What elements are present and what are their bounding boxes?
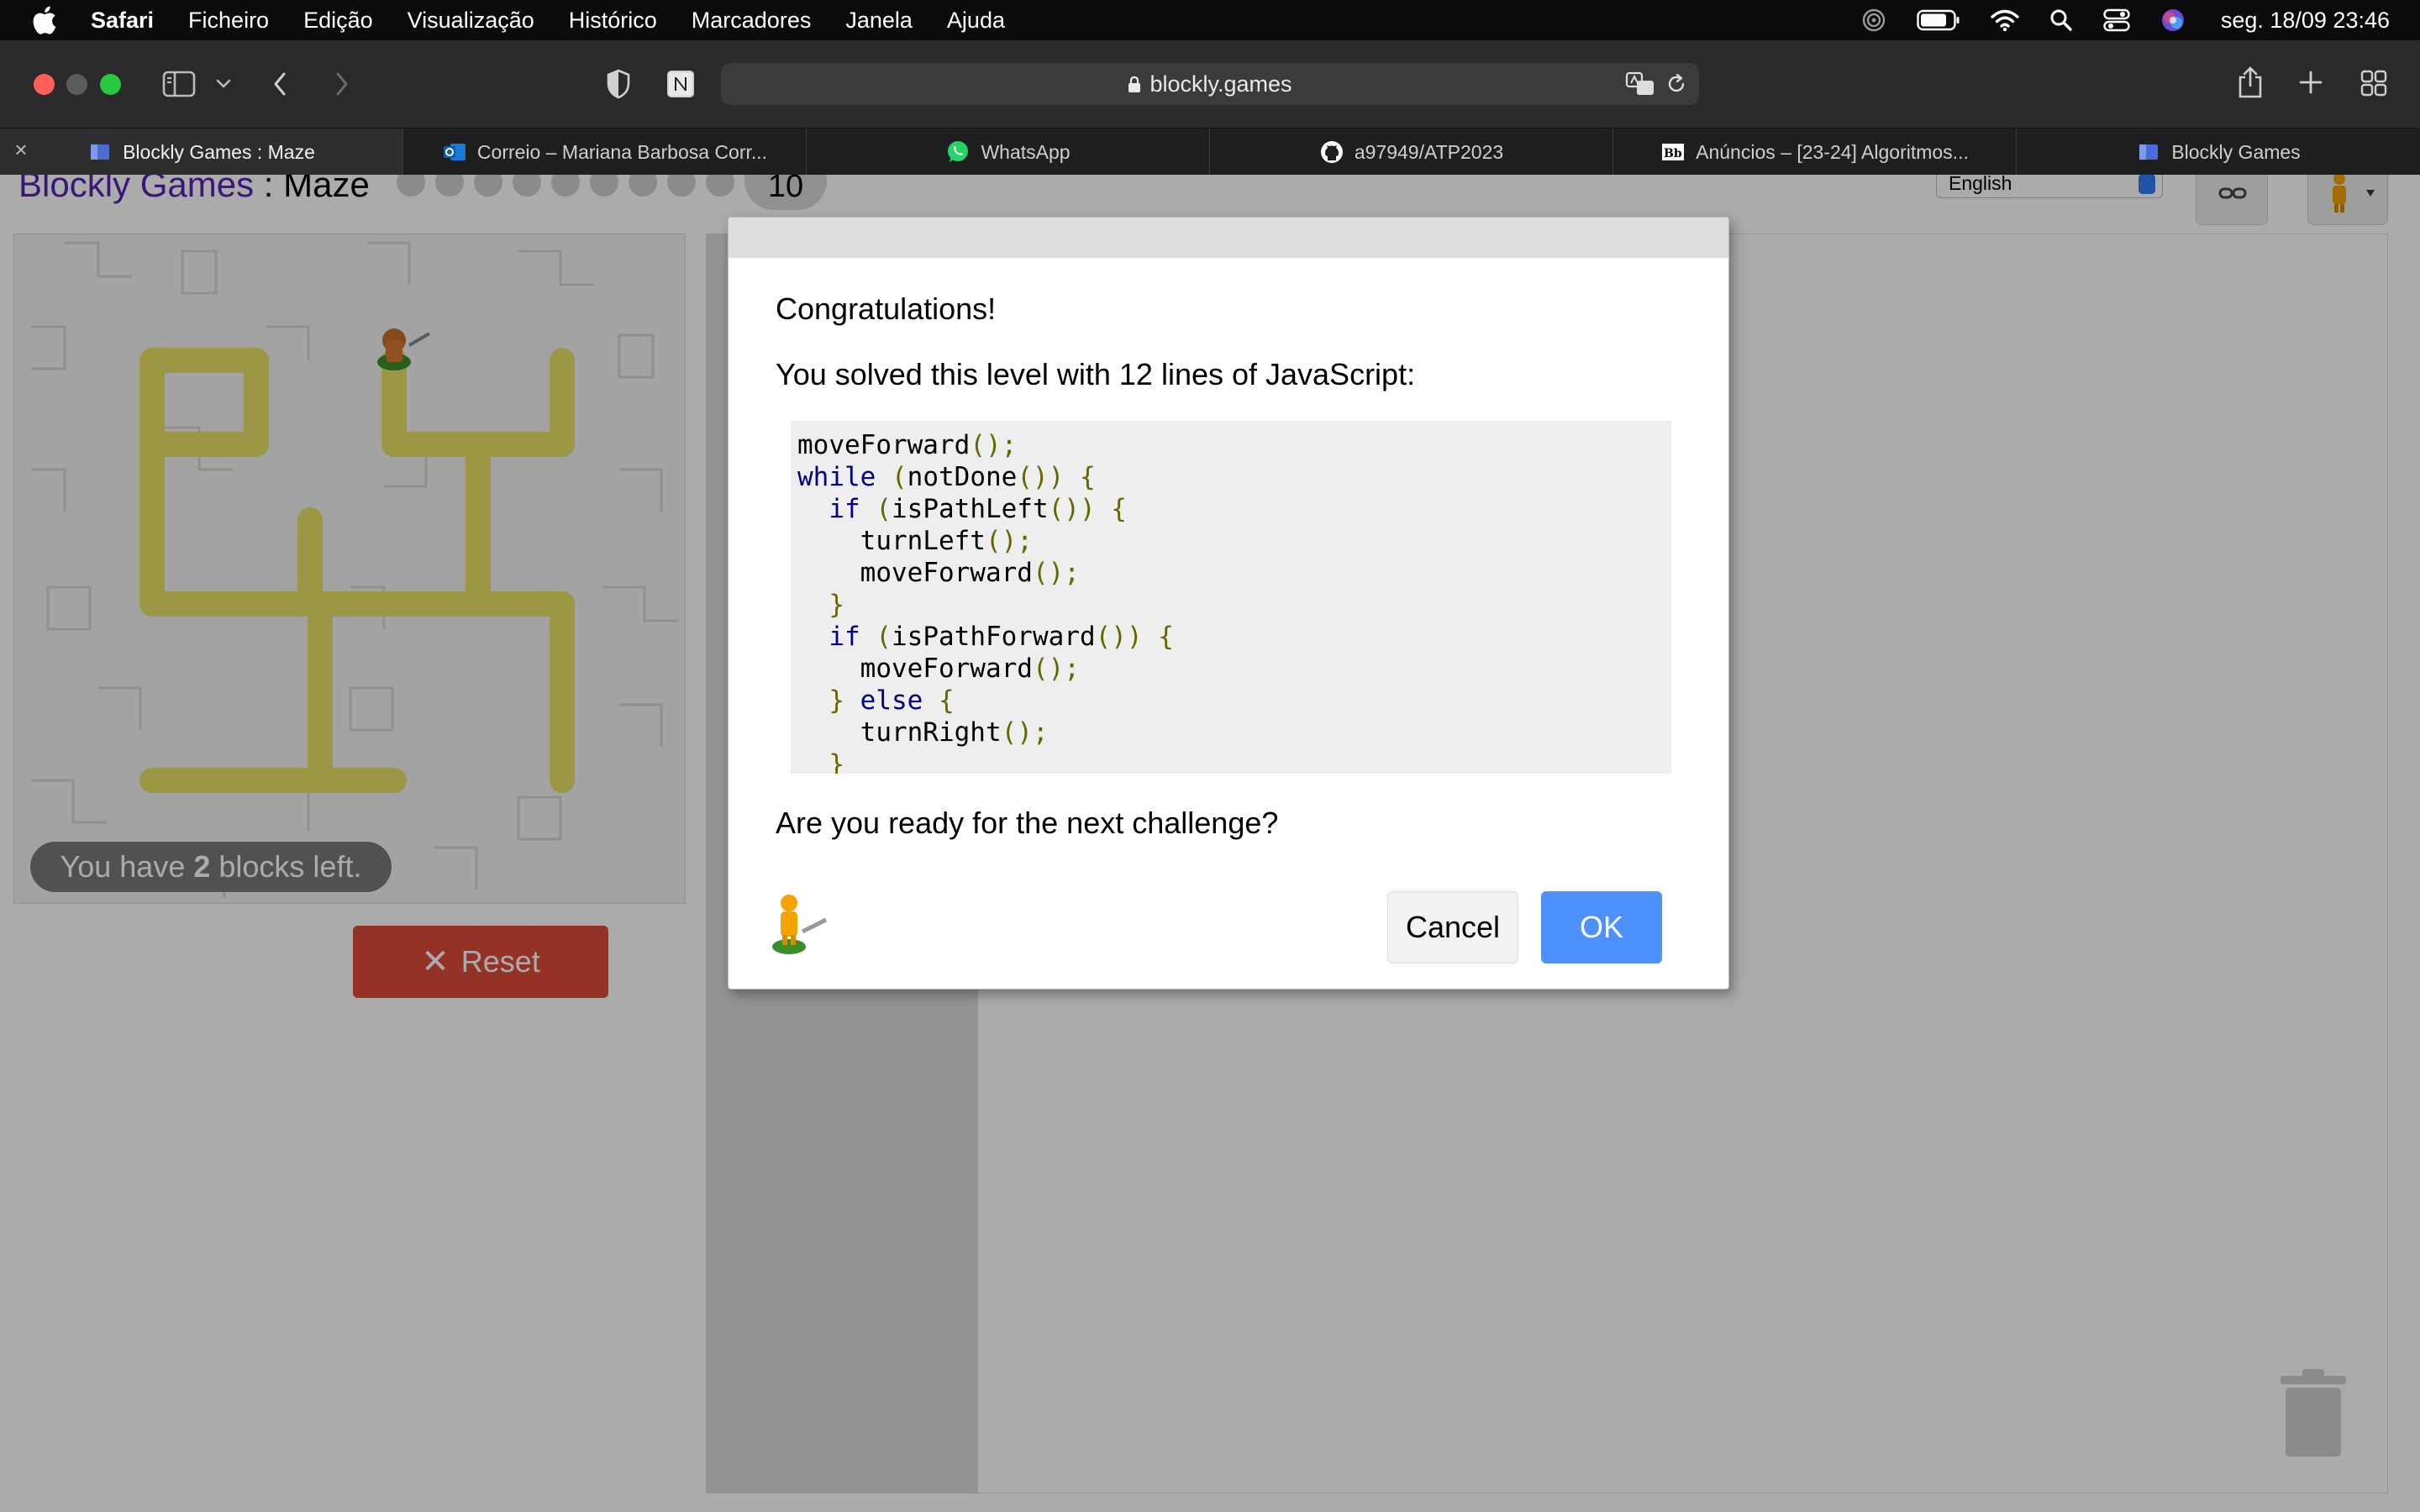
tab-blockly-maze[interactable]: × Blockly Games : Maze (0, 129, 403, 176)
back-button[interactable] (267, 66, 292, 102)
congratulations-dialog: Congratulations! You solved this level w… (728, 217, 1729, 990)
cancel-button[interactable]: Cancel (1387, 891, 1518, 963)
tab-title: Blockly Games (2171, 140, 2301, 163)
tab-title: Blockly Games : Maze (123, 140, 315, 163)
svg-text:Bb: Bb (1664, 147, 1682, 160)
notion-extension-button[interactable] (664, 67, 697, 101)
tab-title: WhatsApp (981, 140, 1071, 163)
tab-title: Correio – Mariana Barbosa Corr... (476, 140, 768, 163)
code-line-7: if (isPathForward()) { (829, 622, 1174, 652)
control-center-icon[interactable] (2103, 8, 2130, 32)
whatsapp-icon (948, 141, 969, 162)
chevron-down-icon (216, 79, 231, 88)
plus-icon (2299, 71, 2323, 94)
new-tab-button[interactable] (2296, 67, 2326, 97)
dialog-lines-message: You solved this level with 12 lines of J… (776, 357, 1416, 391)
safari-toolbar: blockly.games (0, 40, 2420, 128)
blockly-favicon-icon (2139, 144, 2159, 160)
tab-blockly-games[interactable]: Blockly Games (2017, 129, 2420, 176)
code-line-6: } (829, 590, 844, 620)
chevron-right-icon (336, 72, 348, 96)
code-line-8: moveForward(); (860, 654, 1080, 684)
siri-icon[interactable] (2160, 8, 2186, 33)
shield-icon (607, 69, 630, 99)
translate-icon[interactable] (1625, 71, 1655, 97)
privacy-report-button[interactable] (603, 67, 634, 101)
tab-whatsapp[interactable]: WhatsApp (807, 129, 1210, 176)
dialog-question: Are you ready for the next challenge? (776, 806, 1279, 840)
menu-safari[interactable]: Safari (91, 8, 154, 34)
grid-icon (2360, 70, 2387, 97)
chevron-left-icon (274, 72, 286, 96)
share-icon (2238, 66, 2262, 98)
menu-historico[interactable]: Histórico (569, 8, 657, 34)
code-line-11: } (829, 749, 844, 774)
outlook-icon (443, 144, 466, 160)
reload-icon[interactable] (1665, 73, 1687, 95)
wifi-icon[interactable] (1991, 8, 2019, 32)
spotlight-search-icon[interactable] (2049, 8, 2073, 32)
tab-title: Anúncios – [23-24] Algoritmos... (1696, 140, 1969, 163)
menu-visualizacao[interactable]: Visualização (408, 8, 534, 34)
dialog-title-bar[interactable] (729, 218, 1728, 258)
share-button[interactable] (2235, 64, 2265, 101)
code-line-5: moveForward(); (860, 558, 1080, 588)
tab-blackboard-announcements[interactable]: Bb Anúncios – [23-24] Algoritmos... (1613, 129, 2017, 176)
menubar-status-area: seg. 18/09 23:46 (1861, 0, 2390, 40)
menu-ficheiro[interactable]: Ficheiro (188, 8, 269, 34)
window-zoom-button[interactable] (100, 74, 121, 95)
generated-code-box[interactable]: moveForward(); while (notDone()) { if (i… (791, 421, 1671, 774)
tab-bar: × Blockly Games : Maze Correio – Mariana… (0, 128, 2420, 176)
ok-button[interactable]: OK (1541, 891, 1662, 963)
tab-github[interactable]: a97949/ATP2023 (1210, 129, 1613, 176)
notion-icon (667, 71, 694, 97)
code-line-10: turnRight(); (860, 717, 1049, 748)
pegman-icon (772, 895, 828, 954)
tab-outlook-mail[interactable]: Correio – Mariana Barbosa Corr... (403, 129, 807, 176)
tab-overview-button[interactable] (2358, 67, 2390, 99)
menu-marcadores[interactable]: Marcadores (692, 8, 812, 34)
sidebar-icon (162, 71, 196, 97)
macos-menubar: Safari Ficheiro Edição Visualização Hist… (0, 0, 2420, 40)
menubar-clock[interactable]: seg. 18/09 23:46 (2221, 8, 2390, 34)
blackboard-icon: Bb (1662, 144, 1685, 160)
address-bar[interactable]: blockly.games (721, 63, 1699, 105)
menu-janela[interactable]: Janela (845, 8, 913, 34)
code-line-3: if (isPathLeft()) { (829, 494, 1127, 524)
github-icon (1320, 141, 1343, 163)
apple-logo-icon[interactable] (32, 6, 57, 34)
blockly-favicon-icon (91, 144, 110, 160)
code-line-2: while (notDone()) { (797, 462, 1096, 492)
forward-button[interactable] (329, 66, 355, 102)
sidebar-toggle-button[interactable] (161, 67, 197, 101)
tab-groups-chevron-button[interactable] (212, 72, 235, 96)
code-line-1: moveForward(); (797, 430, 1018, 460)
address-bar-url: blockly.games (1150, 71, 1292, 97)
window-close-button[interactable] (34, 74, 55, 95)
tab-title: a97949/ATP2023 (1354, 140, 1504, 163)
window-minimize-button[interactable] (66, 74, 87, 95)
tab-close-icon[interactable]: × (12, 139, 30, 160)
menu-edicao[interactable]: Edição (303, 8, 373, 34)
menu-ajuda[interactable]: Ajuda (947, 8, 1005, 34)
battery-icon[interactable] (1917, 9, 1960, 31)
code-line-9: } else { (829, 685, 955, 716)
airdrop-icon[interactable] (1861, 8, 1886, 33)
lock-icon (1128, 76, 1141, 92)
dialog-heading: Congratulations! (776, 291, 997, 326)
code-line-4: turnLeft(); (860, 526, 1033, 556)
